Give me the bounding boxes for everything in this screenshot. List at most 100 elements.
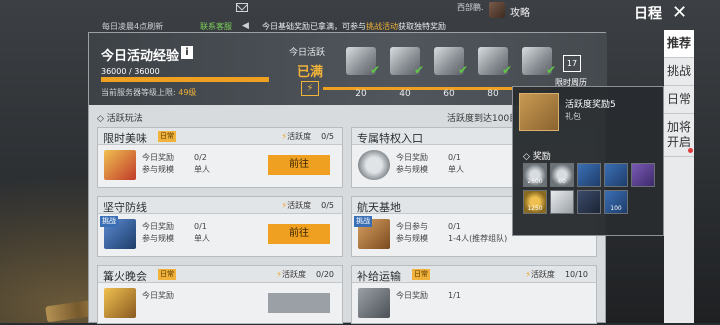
reward-qty: 100 (610, 205, 622, 212)
stat-label: 活跃度 (287, 132, 312, 141)
reward-value: 1/1 (448, 291, 461, 300)
stat-value: 0/5 (321, 201, 334, 210)
reward-item-icon[interactable]: 1250 (523, 190, 547, 214)
reward-qty: 1250 (527, 205, 543, 212)
level-cap-value: 49级 (178, 88, 197, 97)
stat-value: 0/5 (321, 132, 334, 141)
stat-label: 活跃度 (282, 270, 307, 279)
card-tag: 日常 (158, 269, 176, 280)
go-button[interactable]: 前往 (268, 224, 330, 244)
scale-value: 单人 (448, 165, 464, 174)
scale-value: 单人 (194, 234, 210, 243)
reward-item-icon[interactable] (550, 190, 574, 214)
stat-label: 活跃度 (287, 201, 312, 210)
card-labels: 今日奖励 参与规模 (396, 152, 428, 176)
level-cap-label: 当前服务器等级上限: (101, 88, 179, 97)
milestone-chest[interactable]: ✔ 40 (387, 47, 424, 99)
reward-item-icon[interactable]: 100 (604, 190, 628, 214)
reward-qty: 60 (558, 178, 566, 185)
card-title: 航天基地 (357, 201, 401, 214)
tip-link[interactable]: 挑战活动 (366, 22, 398, 31)
milestone-value: 80 (487, 89, 499, 99)
stat-label: 活跃度 (530, 270, 555, 279)
food-box-icon (104, 150, 136, 180)
reward-item-icon[interactable] (577, 190, 601, 214)
reward-item-icon[interactable]: 60 (550, 163, 574, 187)
exp-title: 今日活动经验 (101, 49, 180, 64)
card-title: 限时美味 (103, 132, 147, 145)
tab-recommend[interactable]: 推荐 (664, 30, 694, 58)
card-values: 1/1 (448, 290, 461, 302)
tab-label: 日常 (666, 92, 691, 106)
card-title: 坚守防线 (103, 201, 147, 214)
supply-icon (358, 288, 390, 318)
bonfire-icon (104, 288, 136, 318)
chest-icon: ✔ (346, 47, 380, 77)
exp-progress-fill (101, 77, 269, 82)
mail-icon[interactable] (236, 3, 248, 12)
go-button[interactable]: 前往 (268, 155, 330, 175)
reward-item-icon[interactable] (631, 163, 655, 187)
activity-card: 篝火晚会 日常 ⚡活跃度 0/20 今日奖励 (97, 265, 343, 324)
challenge-tag: 挑战 (100, 216, 118, 227)
close-icon[interactable]: ✕ (672, 2, 687, 23)
check-icon: ✔ (369, 63, 380, 77)
reward-label: 今日奖励 (142, 222, 174, 231)
reward-item-icon[interactable]: 2600 (523, 163, 547, 187)
bolt-icon: ⚡ (301, 81, 319, 96)
reward-item-icon[interactable] (577, 163, 601, 187)
reward-qty: 2600 (527, 178, 543, 185)
tab-label: 推荐 (666, 36, 691, 50)
check-icon: ✔ (457, 63, 468, 77)
card-activity-stat: ⚡活跃度 0/5 (282, 131, 335, 142)
tip-prefix: 今日基础奖励已拿满，可参与 (262, 22, 366, 31)
activity-card: 坚守防线 ⚡活跃度 0/5 挑战 今日奖励 参与规模 0/1 单人 前往 (97, 196, 343, 257)
card-activity-stat: ⚡活跃度 0/5 (282, 200, 335, 211)
reward-label: 今日奖励 (396, 291, 428, 300)
scale-value: 单人 (194, 165, 210, 174)
activity-label: 今日活跃 (289, 48, 326, 58)
reward-label: 今日奖励 (142, 153, 174, 162)
tab-daily[interactable]: 日常 (664, 86, 694, 114)
card-body: 今日奖励 (98, 283, 342, 325)
reward-item-icon[interactable] (604, 163, 628, 187)
info-icon[interactable]: i (181, 46, 193, 59)
tab-label: 加将开启 (666, 120, 691, 149)
speaker-icon: ◀ (242, 21, 249, 31)
card-header: 坚守防线 ⚡活跃度 0/5 (98, 197, 342, 214)
reward-grid: 2600 60 1250 100 (523, 163, 663, 217)
milestone-chest[interactable]: ✔ 60 (431, 47, 468, 99)
service-link[interactable]: 联系客服 (200, 21, 232, 32)
card-values: 0/1 单人 (448, 152, 464, 176)
card-body: 今日奖励 1/1 (352, 283, 596, 325)
check-icon: ✔ (501, 63, 512, 77)
reward-value: 0/1 (448, 153, 461, 162)
refresh-note: 每日凌晨4点刷新 (102, 22, 164, 31)
strategy-button[interactable]: 攻略 (510, 4, 530, 19)
scale-label: 参与规模 (142, 234, 174, 243)
scale-label: 参与规模 (396, 234, 428, 243)
card-labels: 今日参与 参与规模 (396, 221, 428, 245)
scale-label: 参与规模 (396, 165, 428, 174)
card-header: 篝火晚会 日常 ⚡活跃度 0/20 (98, 266, 342, 283)
activity-status: 已满 (297, 65, 324, 80)
chest-icon: ✔ (390, 47, 424, 77)
milestone-chest[interactable]: ✔ 20 (343, 47, 380, 99)
right-tab-bar: 推荐 挑战 日常 加将开启 (664, 30, 694, 323)
card-activity-stat: ⚡活跃度 0/20 (276, 269, 334, 280)
card-title: 专属特权入口 (357, 132, 423, 145)
card-body: 挑战 今日奖励 参与规模 0/1 单人 前往 (98, 214, 342, 256)
chest-icon: ✔ (434, 47, 468, 77)
avatar[interactable] (489, 2, 505, 18)
reward-title: ◇ 奖励 (523, 152, 551, 162)
card-values: 0/2 单人 (194, 152, 210, 176)
milestone-chest[interactable]: ✔ 80 (475, 47, 512, 99)
card-body: 今日奖励 参与规模 0/2 单人 前往 (98, 145, 342, 187)
card-labels: 今日奖励 参与规模 (142, 152, 174, 176)
reward-label: 今日奖励 (142, 291, 174, 300)
go-button[interactable] (268, 293, 330, 313)
privilege-coin-icon (358, 150, 390, 180)
tab-challenge[interactable]: 挑战 (664, 58, 694, 86)
reward-label: 今日奖励 (396, 153, 428, 162)
calendar-icon[interactable]: 17 (563, 55, 581, 72)
